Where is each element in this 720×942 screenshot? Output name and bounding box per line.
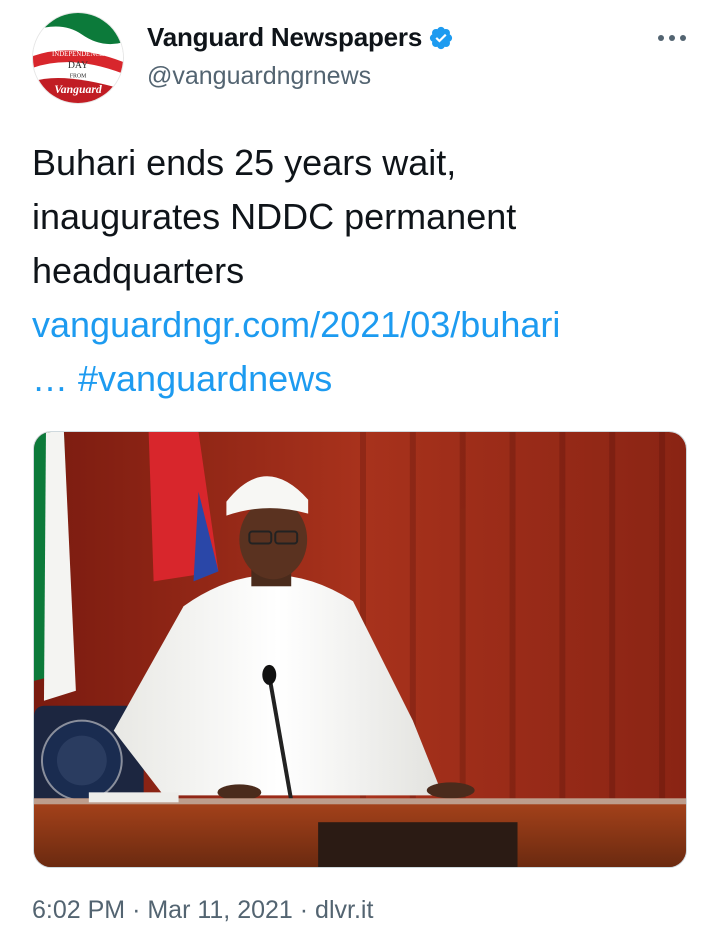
more-dot — [669, 35, 675, 41]
tweet-text: Buhari ends 25 years wait, inaugurates N… — [32, 136, 682, 406]
avatar-text-happy: HAPPY — [67, 43, 89, 50]
avatar-text-day: DAY — [68, 60, 88, 71]
meta-separator: · — [132, 896, 141, 924]
avatar-text-from: FROM — [70, 74, 87, 80]
tweet-meta: 6:02 PM · Mar 11, 2021 · dlvr.it — [32, 896, 373, 925]
meta-separator: · — [299, 896, 309, 924]
tweet-header: HAPPY INDEPENDENCE DAY FROM Vanguard Van… — [32, 12, 692, 104]
tweet-source[interactable]: dlvr.it — [315, 896, 373, 924]
tweet-link[interactable]: vanguardngr.com/2021/03/buhari — [32, 298, 682, 352]
avatar[interactable]: HAPPY INDEPENDENCE DAY FROM Vanguard — [32, 12, 124, 104]
author-display-name[interactable]: Vanguard Newspapers — [147, 22, 422, 53]
tweet-time[interactable]: 6:02 PM — [32, 896, 125, 924]
verified-badge-icon — [429, 26, 453, 49]
more-options-icon[interactable] — [652, 28, 692, 48]
avatar-text-independence: INDEPENDENCE — [52, 51, 104, 58]
avatar-brand: Vanguard — [54, 83, 102, 96]
author-name-row: Vanguard Newspapers — [147, 22, 454, 53]
tweet-text-line: inaugurates NDDC permanent — [32, 196, 517, 237]
tweet-link-ellipsis[interactable]: … — [32, 358, 68, 399]
tweet-media-image[interactable] — [33, 431, 687, 868]
hashtag-link[interactable]: #vanguardnews — [78, 358, 332, 399]
author-handle[interactable]: @vanguardngrnews — [147, 62, 371, 91]
tweet-text-line: headquarters — [32, 250, 245, 291]
more-dot — [680, 35, 686, 41]
more-dot — [658, 35, 664, 41]
tweet-text-line: Buhari ends 25 years wait, — [32, 142, 457, 183]
tweet-date[interactable]: Mar 11, 2021 — [147, 896, 292, 924]
